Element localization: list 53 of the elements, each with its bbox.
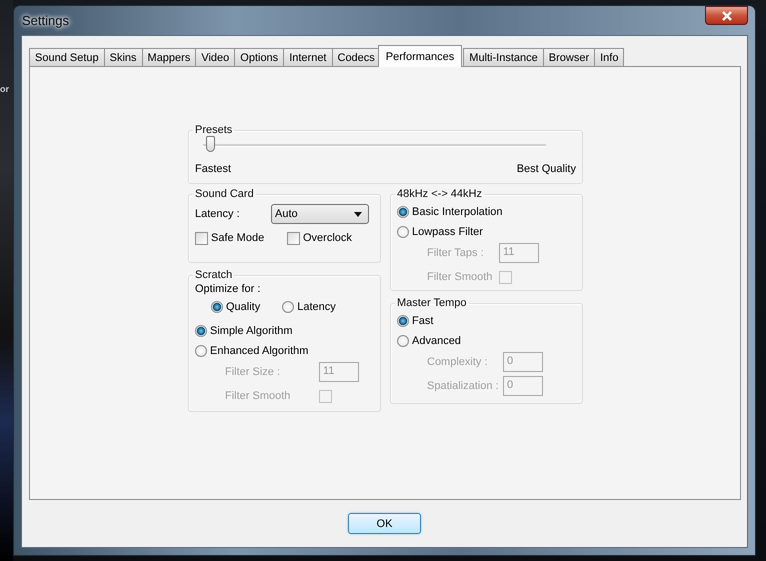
checkbox-label: Overclock [303, 232, 352, 244]
group-title: 48kHz <-> 44kHz [396, 188, 483, 200]
close-icon [720, 10, 732, 20]
checkbox-label: Safe Mode [211, 232, 264, 244]
tab[interactable]: Performances [378, 45, 462, 67]
latency-dropdown[interactable]: Auto [271, 204, 369, 224]
tab[interactable]: Video [195, 48, 236, 67]
slider-min-label: Fastest [195, 163, 232, 175]
option-label: Basic Interpolation [412, 206, 502, 218]
radio-button[interactable] [195, 345, 207, 357]
radio-button[interactable] [397, 226, 409, 238]
option-label: Quality [226, 301, 260, 313]
checkbox-label: Filter Smooth [427, 271, 493, 283]
checkbox[interactable] [287, 232, 300, 244]
option-label: Simple Algorithm [210, 325, 293, 337]
option-label: Lowpass Filter [412, 226, 483, 238]
caret-icon [354, 212, 362, 216]
radio-button[interactable] [397, 206, 409, 218]
close-button[interactable] [705, 6, 748, 25]
option-label: Advanced [412, 335, 461, 347]
tab[interactable]: Multi-Instance [463, 48, 544, 67]
radio-button[interactable] [195, 325, 207, 337]
window-title: Settings [22, 13, 69, 28]
group-title: Master Tempo [396, 297, 468, 309]
latency-label: Latency : [195, 208, 241, 220]
optimize-label: Optimize for : [195, 283, 262, 295]
field-label: Filter Taps : [427, 247, 485, 259]
radio-button[interactable] [211, 301, 223, 313]
tab[interactable]: Sound Setup [29, 48, 105, 67]
tab[interactable]: Mappers [142, 48, 196, 67]
checkbox-label: Filter Smooth [225, 390, 292, 402]
ok-button[interactable]: OK [348, 513, 421, 534]
group-title: Scratch [194, 269, 234, 281]
field-label: Filter Size : [225, 366, 282, 378]
group-title: Sound Card [194, 188, 255, 200]
radio-button[interactable] [397, 315, 409, 327]
tab[interactable]: Info [594, 48, 624, 67]
option-label: Enhanced Algorithm [210, 345, 308, 357]
tab[interactable]: Skins [104, 48, 143, 67]
radio-button[interactable] [282, 301, 294, 313]
checkbox[interactable] [195, 232, 208, 244]
group-title: Presets [194, 124, 234, 136]
option-label: Fast [412, 315, 434, 327]
field-label: Spatialization : [427, 380, 497, 392]
option-label: Latency [297, 301, 336, 313]
tab[interactable]: Internet [283, 48, 332, 67]
background-text: or [0, 84, 10, 94]
slider-max-label: Best Quality [516, 163, 576, 175]
field-label: Complexity : [427, 356, 489, 368]
slider-thumb[interactable] [206, 136, 215, 152]
tab[interactable]: Browser [542, 48, 596, 67]
radio-button[interactable] [397, 335, 409, 347]
tab[interactable]: Options [234, 48, 284, 67]
